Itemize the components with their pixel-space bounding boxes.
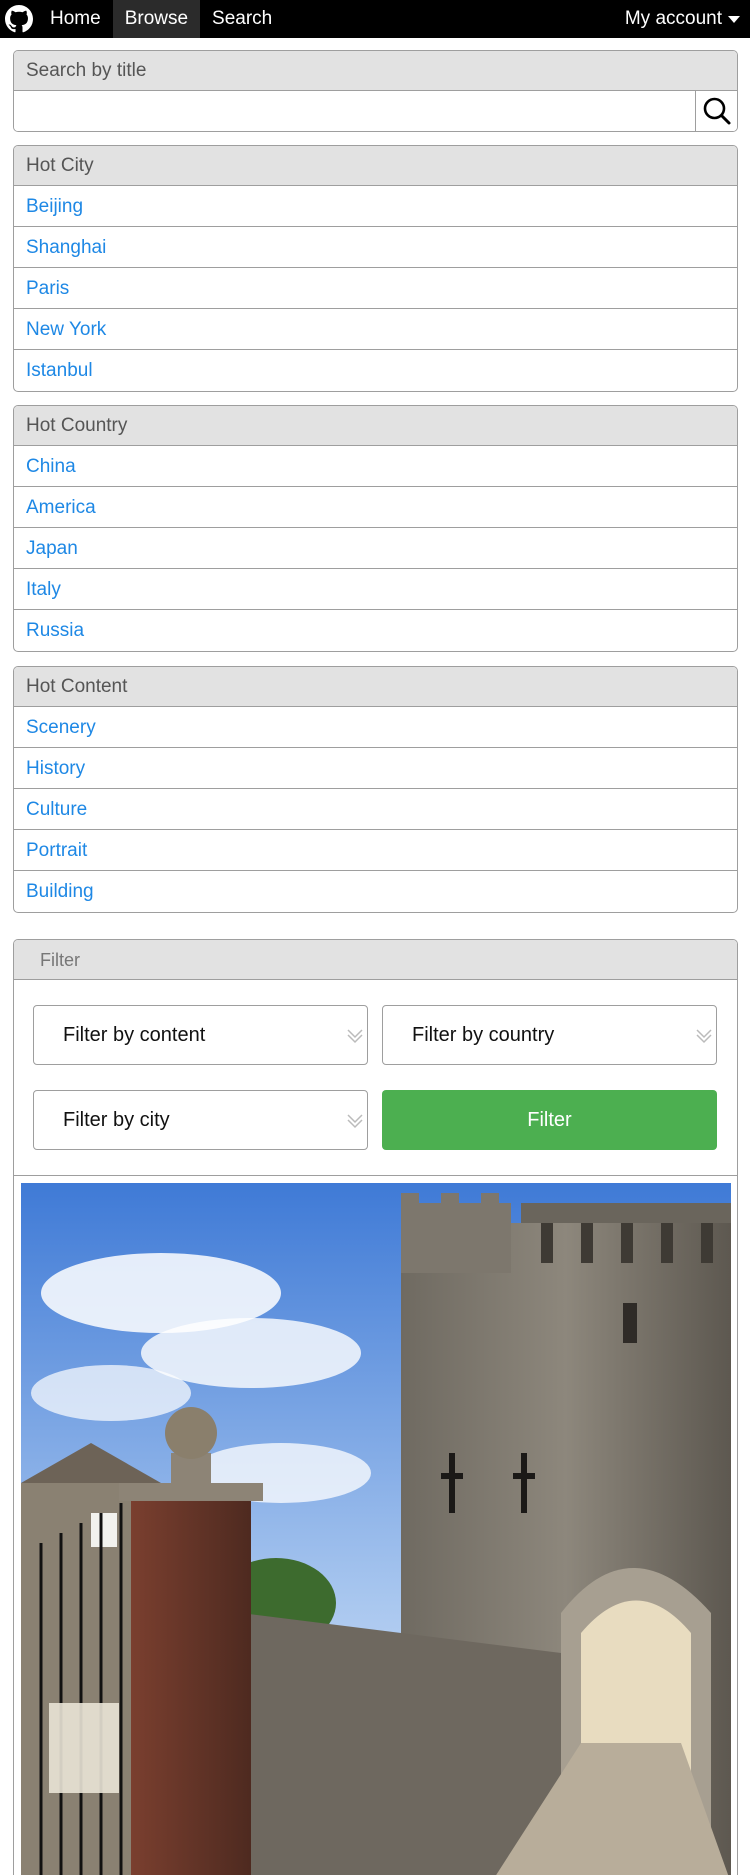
filter-city-select[interactable]: Filter by city	[33, 1090, 368, 1150]
search-icon	[703, 97, 730, 125]
filter-panel: Filter Filter by content Filter by count…	[13, 939, 738, 1875]
chevron-down-icon	[696, 1029, 712, 1044]
filter-controls: Filter by content Filter by country Filt…	[14, 980, 737, 1176]
list-item-country[interactable]: America	[14, 487, 737, 528]
list-item-content[interactable]: Portrait	[14, 830, 737, 871]
list-item-content[interactable]: Building	[14, 871, 737, 912]
list-item-city[interactable]: Istanbul	[14, 350, 737, 391]
list-item-city[interactable]: Shanghai	[14, 227, 737, 268]
github-logo-icon[interactable]	[0, 0, 38, 38]
nav-browse[interactable]: Browse	[112, 0, 201, 38]
castle-gate-photo[interactable]	[21, 1183, 731, 1875]
filter-title: Filter	[14, 940, 737, 980]
filter-content-select[interactable]: Filter by content	[33, 1005, 368, 1065]
list-item-content[interactable]: Culture	[14, 789, 737, 830]
photo-container	[14, 1176, 737, 1875]
list-item-content[interactable]: History	[14, 748, 737, 789]
hot-content-title: Hot Content	[14, 667, 737, 707]
filter-button[interactable]: Filter	[382, 1090, 717, 1150]
nav-home[interactable]: Home	[38, 0, 113, 38]
caret-down-icon	[728, 16, 740, 23]
hot-city-title: Hot City	[14, 146, 737, 186]
search-input[interactable]	[14, 91, 695, 131]
search-panel: Search by title	[13, 50, 738, 132]
filter-city-label: Filter by city	[63, 1109, 170, 1131]
list-item-content[interactable]: Scenery	[14, 707, 737, 748]
list-item-city[interactable]: New York	[14, 309, 737, 350]
search-row	[14, 91, 737, 131]
chevron-down-icon	[347, 1029, 363, 1044]
filter-country-select[interactable]: Filter by country	[382, 1005, 717, 1065]
hot-country-panel: Hot Country China America Japan Italy Ru…	[13, 405, 738, 652]
list-item-city[interactable]: Beijing	[14, 186, 737, 227]
list-item-country[interactable]: Italy	[14, 569, 737, 610]
list-item-city[interactable]: Paris	[14, 268, 737, 309]
filter-country-label: Filter by country	[412, 1024, 555, 1046]
account-menu[interactable]: My account	[625, 8, 750, 30]
filter-content-label: Filter by content	[63, 1024, 206, 1046]
nav-search[interactable]: Search	[200, 0, 284, 38]
chevron-down-icon	[347, 1114, 363, 1129]
list-item-country[interactable]: Japan	[14, 528, 737, 569]
list-item-country[interactable]: Russia	[14, 610, 737, 651]
account-label: My account	[624, 8, 722, 29]
hot-content-panel: Hot Content Scenery History Culture Port…	[13, 666, 738, 913]
top-nav: Home Browse Search My account	[0, 0, 750, 38]
hot-country-title: Hot Country	[14, 406, 737, 446]
search-title: Search by title	[14, 51, 737, 91]
hot-city-panel: Hot City Beijing Shanghai Paris New York…	[13, 145, 738, 392]
search-button[interactable]	[695, 91, 737, 131]
list-item-country[interactable]: China	[14, 446, 737, 487]
